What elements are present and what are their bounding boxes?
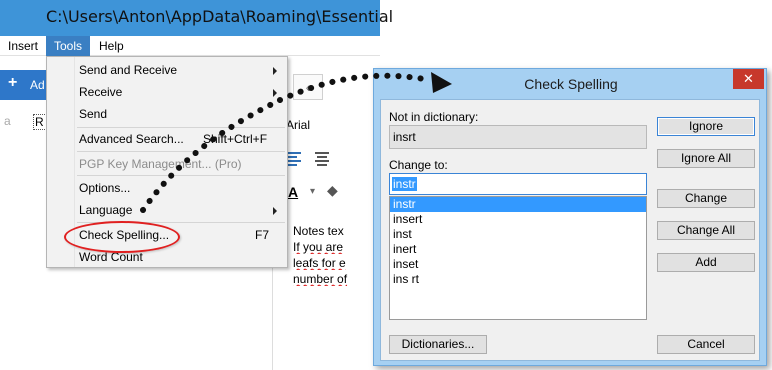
list-item[interactable]: insert bbox=[390, 212, 646, 227]
submenu-arrow-icon bbox=[273, 89, 277, 97]
ignore-button[interactable]: Ignore bbox=[657, 117, 755, 136]
change-to-input[interactable]: instr bbox=[389, 173, 647, 195]
menu-separator bbox=[77, 127, 285, 128]
fill-color-icon[interactable]: ◆ bbox=[327, 182, 338, 199]
menu-help[interactable]: Help bbox=[99, 39, 124, 53]
dictionaries-button[interactable]: Dictionaries... bbox=[389, 335, 487, 354]
note-line: If you are bbox=[293, 240, 344, 254]
menu-bar: Insert Tools Help bbox=[0, 36, 380, 56]
dialog-body: Not in dictionary: insrt Change to: inst… bbox=[380, 99, 760, 361]
note-line: Notes tex bbox=[293, 224, 344, 238]
close-icon[interactable]: ✕ bbox=[733, 69, 764, 89]
menu-separator bbox=[77, 175, 285, 176]
list-item[interactable]: instr bbox=[390, 197, 646, 212]
note-line: leafs for e bbox=[293, 256, 346, 270]
window-title: C:\Users\Anton\AppData\Roaming\Essential bbox=[46, 7, 394, 26]
check-spelling-shortcut: F7 bbox=[255, 228, 270, 242]
check-spelling-dialog: Check Spelling ✕ Not in dictionary: insr… bbox=[373, 68, 767, 366]
menu-separator bbox=[77, 151, 285, 152]
menu-item-options[interactable]: Options... bbox=[79, 181, 130, 195]
change-button[interactable]: Change bbox=[657, 189, 755, 208]
ignore-all-button[interactable]: Ignore All bbox=[657, 149, 755, 168]
menu-item-receive[interactable]: Receive bbox=[79, 85, 122, 99]
submenu-arrow-icon bbox=[273, 207, 277, 215]
font-color-dropdown-icon[interactable]: ▾ bbox=[310, 186, 315, 197]
not-in-dictionary-field: insrt bbox=[389, 125, 647, 149]
align-left-icon[interactable] bbox=[287, 152, 301, 168]
font-color-icon[interactable]: A bbox=[288, 184, 298, 200]
tree-stub: a bbox=[4, 114, 11, 128]
change-all-button[interactable]: Change All bbox=[657, 221, 755, 240]
list-item[interactable]: inset bbox=[390, 257, 646, 272]
align-center-icon[interactable] bbox=[315, 152, 329, 168]
add-button[interactable]: Add bbox=[657, 253, 755, 272]
list-item[interactable]: inert bbox=[390, 242, 646, 257]
not-in-dictionary-label: Not in dictionary: bbox=[389, 110, 479, 124]
menu-item-send-and-receive[interactable]: Send and Receive bbox=[79, 63, 177, 77]
menu-tools[interactable]: Tools bbox=[46, 36, 91, 56]
note-line: number of bbox=[293, 272, 348, 286]
change-to-label: Change to: bbox=[389, 158, 448, 172]
tree-item[interactable]: R bbox=[33, 114, 47, 130]
list-item[interactable]: ins rt bbox=[390, 272, 646, 287]
change-to-value: instr bbox=[392, 177, 417, 191]
menu-item-advanced-search[interactable]: Advanced Search... bbox=[79, 132, 184, 146]
add-button-label: Ad bbox=[30, 78, 45, 92]
title-bar: C:\Users\Anton\AppData\Roaming\Essential bbox=[0, 0, 393, 36]
suggestions-list[interactable]: instr insert inst inert inset ins rt bbox=[389, 196, 647, 320]
list-item[interactable]: inst bbox=[390, 227, 646, 242]
highlight-ring bbox=[64, 221, 180, 253]
dialog-title: Check Spelling bbox=[524, 76, 618, 92]
menu-item-pgp-key-management: PGP Key Management... (Pro) bbox=[79, 157, 242, 171]
editor-pane bbox=[272, 64, 380, 370]
back-button[interactable]: ‹ bbox=[293, 74, 323, 100]
add-button[interactable]: + Ad bbox=[0, 70, 48, 100]
menu-item-send[interactable]: Send bbox=[79, 107, 107, 121]
advanced-search-shortcut: Shift+Ctrl+F bbox=[203, 132, 268, 146]
plus-icon: + bbox=[8, 74, 18, 91]
menu-item-language[interactable]: Language bbox=[79, 203, 132, 217]
cancel-button[interactable]: Cancel bbox=[657, 335, 755, 354]
menu-insert[interactable]: Insert bbox=[8, 39, 38, 53]
font-name[interactable]: Arial bbox=[286, 118, 310, 132]
submenu-arrow-icon bbox=[273, 67, 277, 75]
